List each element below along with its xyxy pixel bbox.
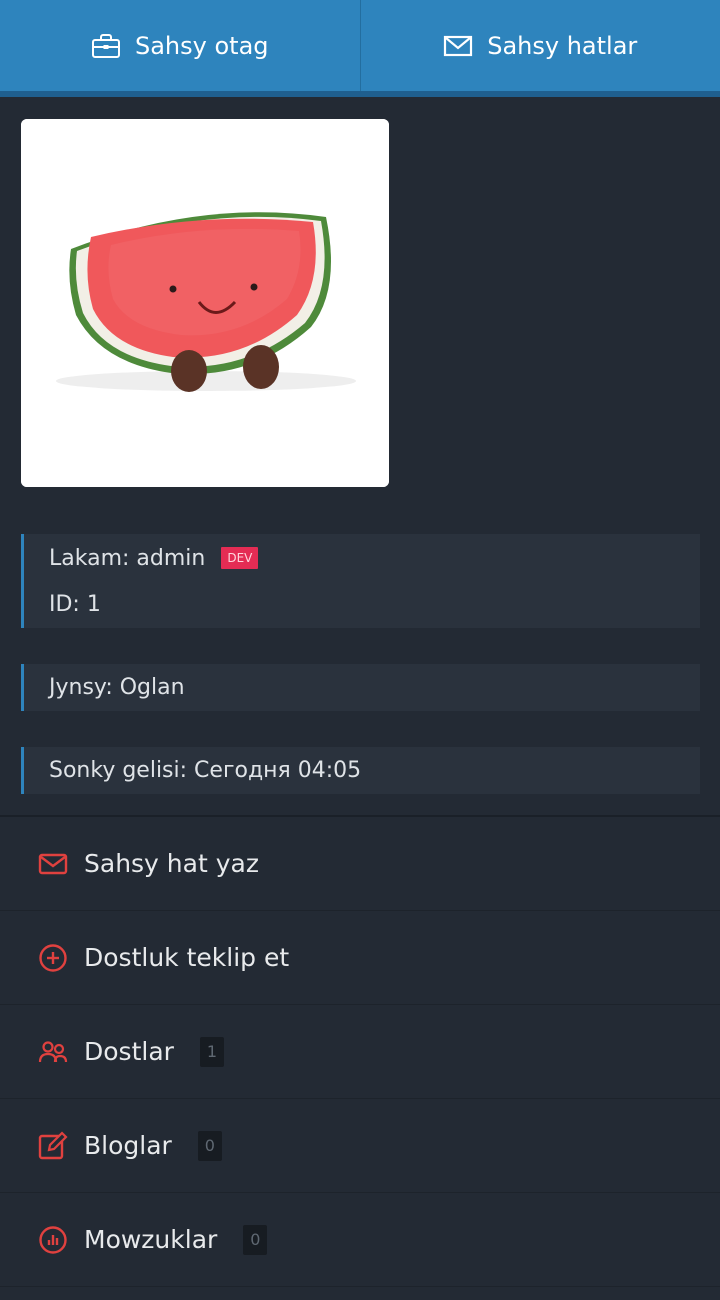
envelope-icon bbox=[38, 853, 68, 874]
topics-count-badge: 0 bbox=[243, 1224, 268, 1255]
menu-item-label: Dostlar bbox=[84, 1037, 174, 1066]
menu-item-label: Bloglar bbox=[84, 1131, 172, 1160]
id-row: ID: 1 bbox=[49, 581, 700, 627]
chart-circle-icon bbox=[39, 1225, 67, 1254]
dev-badge: DEV bbox=[221, 547, 259, 569]
tab-personal-messages[interactable]: Sahsy hatlar bbox=[359, 0, 720, 91]
menu-item-label: Sahsy hat yaz bbox=[84, 849, 259, 878]
gender-box: Jynsy: Oglan bbox=[21, 664, 700, 711]
briefcase-icon bbox=[91, 33, 120, 58]
last-seen-text: Sonky gelisi: Сегодня 04:05 bbox=[49, 758, 362, 783]
last-seen-box: Sonky gelisi: Сегодня 04:05 bbox=[21, 747, 700, 794]
profile-info-box: Lakam: admin DEV ID: 1 bbox=[21, 534, 700, 628]
profile-photo[interactable] bbox=[21, 119, 389, 487]
menu-item-write-message[interactable]: Sahsy hat yaz bbox=[0, 817, 720, 911]
menu-item-friends[interactable]: Dostlar 1 bbox=[0, 1005, 720, 1099]
tab-label: Sahsy hatlar bbox=[487, 31, 638, 60]
envelope-icon bbox=[444, 35, 473, 56]
menu-item-label: Mowzuklar bbox=[84, 1225, 218, 1254]
friends-count-badge: 1 bbox=[199, 1036, 224, 1067]
user-id-text: ID: 1 bbox=[49, 591, 101, 617]
users-icon bbox=[38, 1040, 68, 1062]
menu-item-label: Dostluk teklip et bbox=[84, 943, 290, 972]
tab-label: Sahsy otag bbox=[134, 31, 269, 60]
top-navigation: Sahsy otag Sahsy hatlar bbox=[0, 0, 720, 97]
profile-photo-container bbox=[0, 97, 720, 503]
gender-text: Jynsy: Oglan bbox=[49, 675, 185, 700]
menu-item-blogs[interactable]: Bloglar 0 bbox=[0, 1099, 720, 1193]
profile-actions-menu: Sahsy hat yaz Dostluk teklip et Dostlar … bbox=[0, 815, 720, 1287]
menu-item-topics[interactable]: Mowzuklar 0 bbox=[0, 1193, 720, 1287]
nickname-text: Lakam: admin bbox=[49, 545, 206, 571]
tab-personal-room[interactable]: Sahsy otag bbox=[0, 0, 360, 91]
menu-item-friend-request[interactable]: Dostluk teklip et bbox=[0, 911, 720, 1005]
nickname-row: Lakam: admin DEV bbox=[49, 535, 700, 581]
edit-icon bbox=[38, 1130, 68, 1159]
blogs-count-badge: 0 bbox=[197, 1130, 222, 1161]
plus-circle-icon bbox=[39, 943, 67, 972]
